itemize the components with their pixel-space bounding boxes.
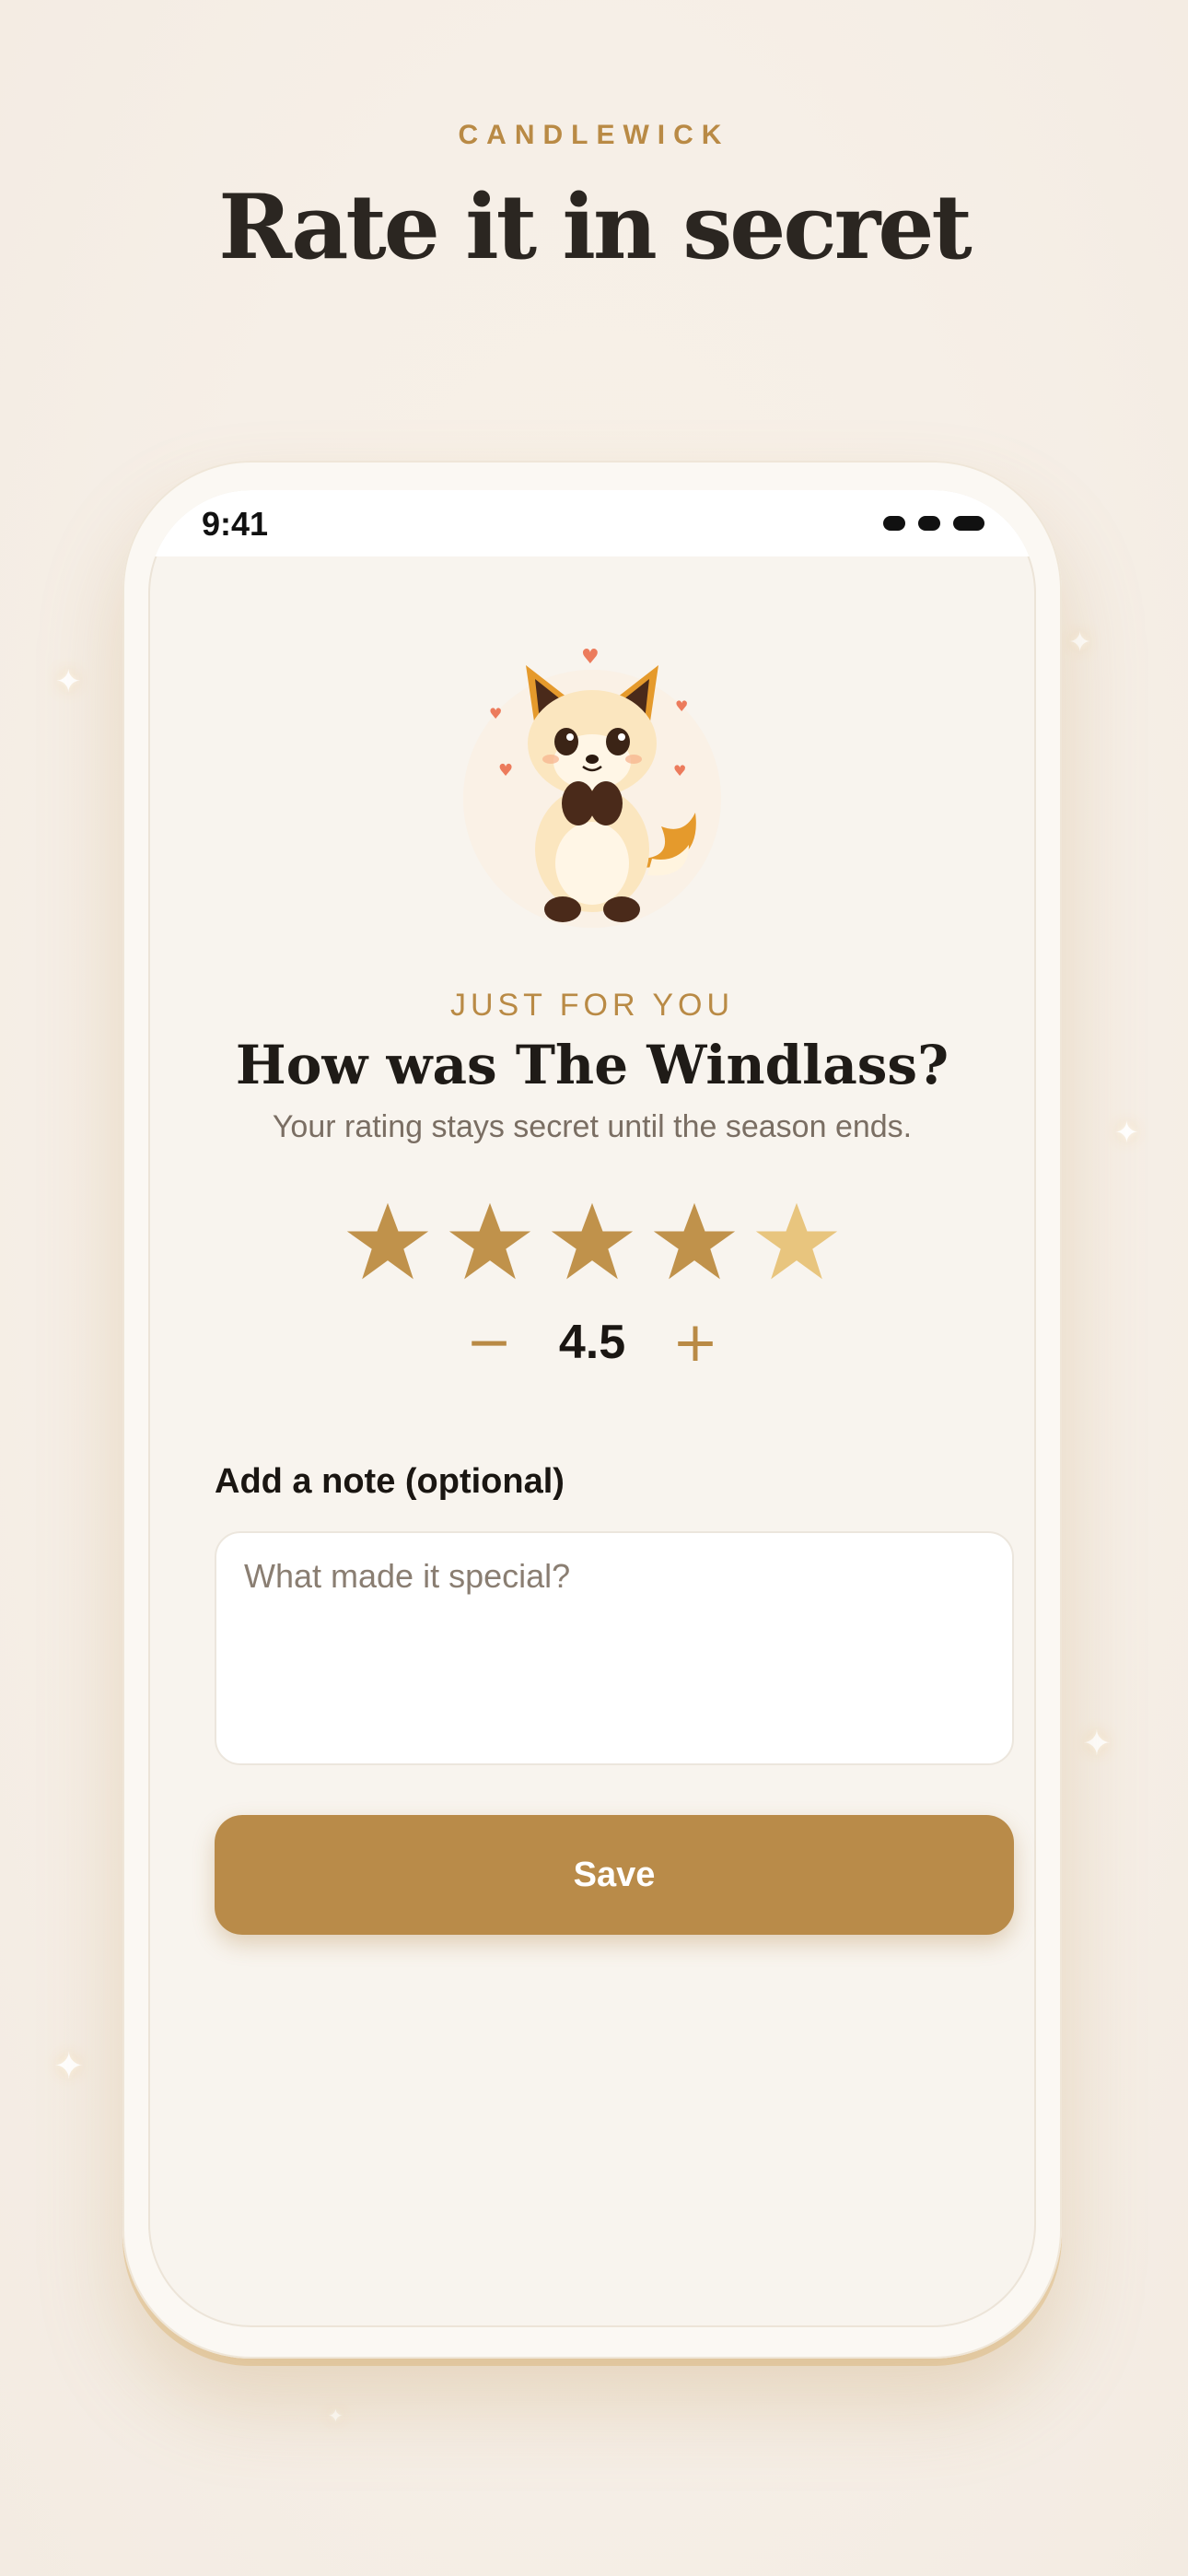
status-bar: 9:41 (148, 490, 1036, 556)
svg-text:♥: ♥ (581, 646, 600, 669)
eyebrow-label: JUST FOR YOU (449, 988, 735, 1023)
save-button[interactable]: Save (215, 1815, 1014, 1935)
phone-screen: 9:41 ♥ ♥ ♥ ♥ ♥ JUST FOR YOU How was The … (148, 490, 1036, 2327)
svg-text:♥: ♥ (673, 762, 686, 779)
note-label: Add a note (optional) (215, 1462, 565, 1501)
minus-icon[interactable]: − (452, 1301, 526, 1384)
svg-text:♥: ♥ (675, 697, 688, 715)
star-rating (344, 1198, 841, 1294)
star-icon-half[interactable] (752, 1198, 841, 1286)
wifi-icon (918, 516, 940, 531)
fox-mascot-illustration: ♥ ♥ ♥ ♥ ♥ (463, 646, 721, 928)
sparkle-decoration: ✦ (1068, 626, 1092, 659)
status-time: 9:41 (202, 505, 269, 543)
battery-icon (953, 516, 984, 531)
sparkle-decoration: ✦ (328, 2405, 344, 2427)
star-icon[interactable] (548, 1198, 636, 1286)
rating-subtitle: Your rating stays secret until the seaso… (272, 1109, 913, 1144)
rating-value: 4.5 (558, 1316, 626, 1369)
brand-wordmark: CANDLEWICK (458, 120, 730, 150)
hero-title: Rate it in secret (218, 175, 973, 279)
status-icons (883, 516, 984, 531)
star-icon[interactable] (446, 1198, 534, 1286)
note-input[interactable] (215, 1531, 1014, 1765)
rating-question: How was The Windlass? (235, 1034, 949, 1096)
sparkle-decoration: ✦ (1114, 1115, 1139, 1150)
sparkle-decoration: ✦ (1082, 1723, 1112, 1763)
star-icon[interactable] (344, 1198, 432, 1286)
sparkle-decoration: ✦ (55, 663, 82, 700)
svg-text:♥: ♥ (489, 705, 502, 722)
signal-icon (883, 516, 905, 531)
rating-stepper: − 4.5 + (148, 1301, 1036, 1384)
plus-icon[interactable]: + (658, 1301, 732, 1384)
star-icon[interactable] (650, 1198, 739, 1286)
sparkle-decoration: ✦ (53, 2045, 85, 2088)
svg-text:♥: ♥ (498, 761, 513, 780)
phone-frame: 9:41 ♥ ♥ ♥ ♥ ♥ JUST FOR YOU How was The … (122, 461, 1062, 2359)
